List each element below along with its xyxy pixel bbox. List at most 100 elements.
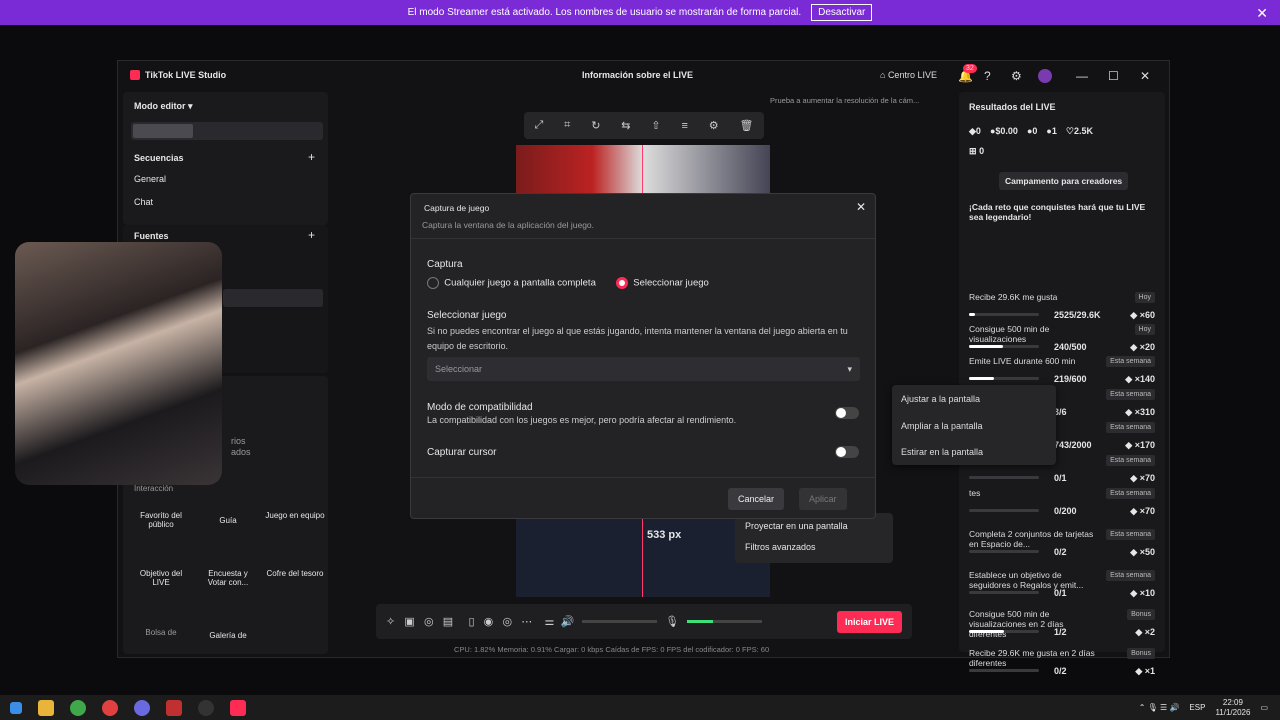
menu-item-zoom[interactable]: Ampliar a la pantalla [901, 421, 983, 431]
title-bar: TikTok LIVE Studio Información sobre el … [118, 61, 1169, 91]
apply-button[interactable]: Aplicar [799, 488, 847, 510]
notification-icon[interactable]: ▭ [1260, 703, 1268, 712]
reto-reward: ◆ ×50 [1130, 547, 1155, 557]
chevron-down-icon: ▾ [847, 364, 852, 374]
reto-reward: ◆ ×1 [1135, 666, 1155, 676]
reto-progress-bar [969, 345, 1039, 348]
mixer-icon[interactable]: ⚌ [544, 615, 554, 628]
crop-icon[interactable]: ⌗ [564, 119, 570, 132]
tray-icons[interactable]: ⌃ 🎙 ☰ 🔊 [1139, 703, 1180, 712]
reto-progress: 0/2 [1054, 666, 1067, 676]
canvas-toolbar: ⤢ ⌗ ↻ ⇆ ⇧ ≡ ⚙ 🗑 [524, 112, 764, 139]
media-player-icon[interactable] [102, 699, 118, 716]
radio-fullscreen[interactable]: Cualquier juego a pantalla completa [427, 277, 596, 289]
minimize-icon[interactable]: — [1076, 69, 1088, 83]
radio-select-game[interactable]: Seleccionar juego [616, 277, 709, 289]
radio-off[interactable] [427, 277, 439, 289]
settings-icon[interactable]: ⚙ [709, 119, 719, 132]
tool-guia[interactable]: Guía [198, 516, 258, 525]
fuentes-title: Fuentes [134, 231, 169, 241]
cancel-button[interactable]: Cancelar [728, 488, 785, 510]
obs-icon[interactable] [198, 699, 214, 716]
menu-item-filters[interactable]: Filtros avanzados [745, 542, 816, 552]
replay-icon[interactable]: ◎ [502, 615, 512, 628]
camera-hint: Prueba a aumentar la resolución de la cá… [770, 96, 920, 105]
go-live-button[interactable]: Iniciar LIVE [836, 610, 902, 633]
source-item-selected[interactable] [223, 289, 323, 307]
tiktok-studio-icon[interactable] [230, 699, 246, 716]
more-icon[interactable]: ⋯ [521, 615, 532, 628]
tool-objetivo[interactable]: Objetivo del LIVE [131, 569, 191, 587]
reto-progress-bar [969, 591, 1039, 594]
speaker-slider[interactable] [582, 620, 658, 623]
centro-live-label: Centro LIVE [887, 70, 937, 80]
menu-item-fit[interactable]: Ajustar a la pantalla [901, 394, 980, 404]
diamond-icon: ◆ [969, 126, 976, 136]
record-icon[interactable]: ◉ [484, 615, 494, 628]
rotate-icon[interactable]: ↻ [591, 119, 600, 132]
mic-slider[interactable] [687, 620, 763, 623]
tool-juego-equipo[interactable]: Juego en equipo [265, 511, 325, 520]
menu-item-stretch[interactable]: Estirar en la pantalla [901, 447, 983, 457]
clock[interactable]: 22:09 11/1/2026 [1215, 698, 1250, 718]
tool-bolsa[interactable]: Bolsa de [131, 628, 191, 637]
app-icon[interactable] [166, 699, 182, 716]
menu-item-project[interactable]: Proyectar en una pantalla [745, 521, 848, 531]
mode-editor-dropdown[interactable]: Modo editor ▾ [134, 101, 193, 112]
reto-progress: 1/2 [1054, 627, 1067, 637]
expand-icon[interactable]: ⤢ [534, 119, 543, 132]
layout-portrait[interactable] [133, 124, 193, 138]
avatar[interactable] [1038, 69, 1052, 83]
game-select[interactable]: Seleccionar ▾ [427, 357, 860, 381]
ai-icon[interactable]: ◎ [424, 615, 434, 628]
reto-title: Completa 2 conjuntos de tarjetas en Espa… [969, 529, 1094, 549]
maximize-icon[interactable]: ☐ [1108, 69, 1119, 83]
tool-galeria[interactable]: Galería de [198, 631, 258, 640]
tool-favorito[interactable]: Favorito del público [131, 511, 191, 529]
reto-progress: 2525/29.6K [1054, 310, 1101, 320]
reto-item: tes Esta semana 0/200 ◆ ×70 [969, 488, 1155, 522]
add-source-icon[interactable]: + [308, 228, 315, 242]
scene-item[interactable]: General [134, 174, 166, 184]
radio-on[interactable] [616, 277, 628, 289]
discord-icon[interactable] [134, 699, 150, 716]
reto-item: Recibe 29.6K me gusta en 2 días diferent… [969, 648, 1155, 682]
layout-switch[interactable] [131, 122, 323, 140]
deactivate-button[interactable]: Desactivar [811, 4, 873, 21]
layer-icon[interactable]: ≡ [681, 120, 687, 132]
layer-up-icon[interactable]: ⇧ [651, 119, 660, 132]
folder-icon[interactable] [38, 699, 54, 716]
speaker-icon[interactable]: 🔊 [560, 615, 574, 628]
media-icon[interactable]: ▤ [443, 615, 453, 628]
flip-icon[interactable]: ⇆ [621, 119, 630, 132]
windows-icon[interactable] [10, 701, 22, 714]
phone-icon[interactable]: ▯ [468, 615, 474, 628]
webcam-overlay [15, 242, 222, 485]
magic-icon[interactable]: ✧ [386, 615, 395, 628]
compat-toggle[interactable] [835, 407, 859, 419]
close-window-icon[interactable]: ✕ [1140, 69, 1150, 83]
mic-icon[interactable]: 🎙 [665, 615, 679, 628]
reto-tag: Hoy [1134, 292, 1155, 303]
gear-icon[interactable]: ⚙ [1011, 69, 1022, 83]
game-capture-dialog: Captura de juego ✕ Captura la ventana de… [410, 193, 876, 519]
close-icon[interactable]: ✕ [1256, 5, 1268, 22]
add-scene-icon[interactable]: + [308, 150, 315, 164]
tool-cofre[interactable]: Cofre del tesoro [265, 569, 325, 578]
dialog-close-icon[interactable]: ✕ [856, 200, 866, 214]
cursor-toggle[interactable] [835, 446, 859, 458]
camp-button[interactable]: Campamento para creadores [999, 172, 1129, 190]
live-info-title[interactable]: Información sobre el LIVE [582, 70, 693, 80]
screen-icon[interactable]: ▣ [404, 615, 414, 628]
tool-encuesta[interactable]: Encuesta y Votar con... [198, 569, 258, 587]
gift-icon: ⊞ [969, 146, 977, 156]
scene-item[interactable]: Chat [134, 197, 153, 207]
status-bar: CPU: 1.82% Memoria: 0.91% Cargar: 0 kbps… [454, 645, 770, 654]
chrome-icon[interactable] [70, 699, 86, 716]
delete-icon[interactable]: 🗑 [740, 119, 754, 132]
streamer-banner: El modo Streamer está activado. Los nomb… [0, 0, 1280, 25]
centro-live-button[interactable]: ⌂ Centro LIVE [880, 70, 937, 80]
language-indicator[interactable]: ESP [1189, 703, 1205, 712]
results-panel: Resultados del LIVE ◆0 ●$0.00 ●0 ●1 ♡2.5… [959, 92, 1165, 676]
help-icon[interactable]: ? [984, 69, 991, 83]
